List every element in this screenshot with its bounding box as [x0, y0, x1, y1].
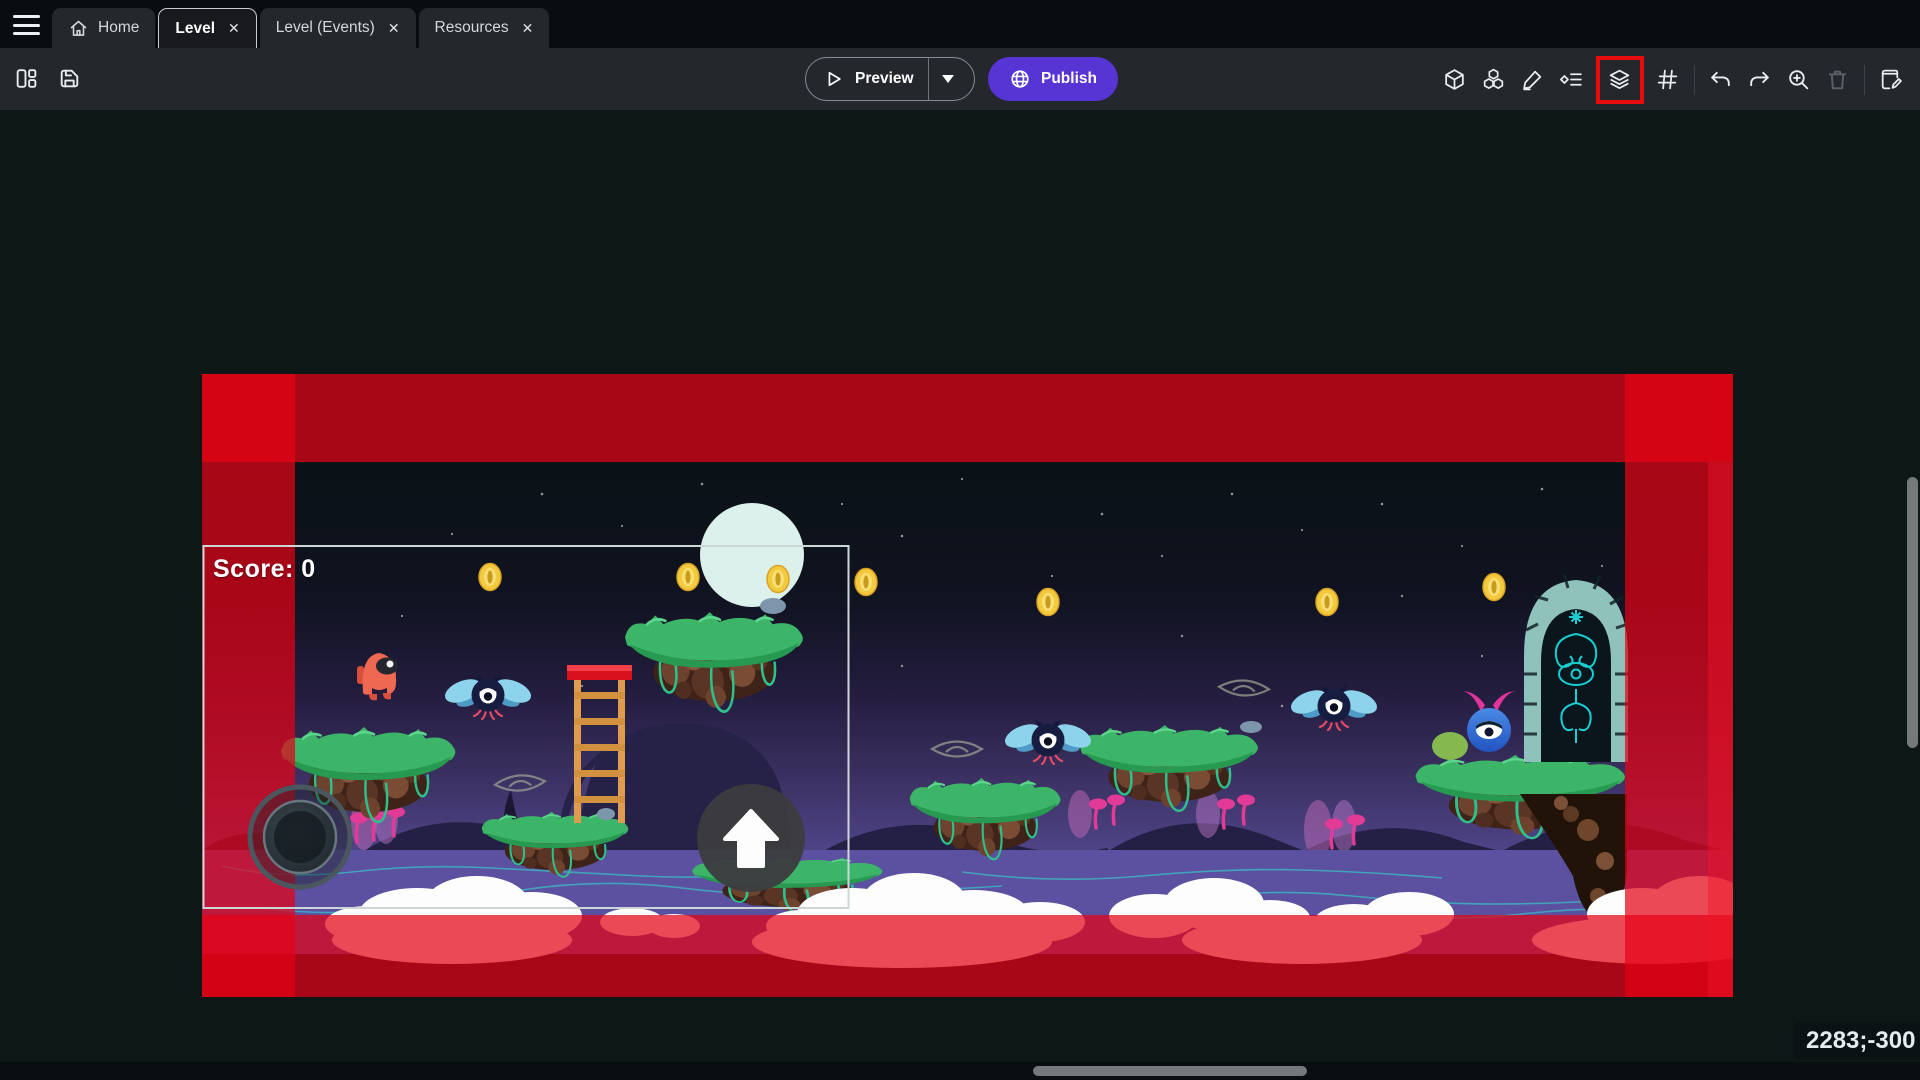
- jump-button: [697, 784, 805, 892]
- close-icon[interactable]: ✕: [388, 20, 400, 37]
- divider: [1694, 65, 1695, 95]
- redo-icon[interactable]: [1747, 67, 1773, 93]
- object-groups-icon[interactable]: [1481, 67, 1507, 93]
- gdevelop-editor: Home Level ✕ Level (Events) ✕ Resources …: [0, 0, 1920, 1080]
- chevron-down-icon: [942, 75, 954, 83]
- level-scene[interactable]: Score: 0: [202, 374, 1733, 997]
- preview-dropdown-button[interactable]: [929, 58, 967, 100]
- publish-button[interactable]: Publish: [988, 57, 1118, 101]
- portal-arch: [1524, 574, 1628, 762]
- vertical-scrollbar[interactable]: [1907, 477, 1918, 748]
- zoom-in-icon[interactable]: [1786, 67, 1812, 93]
- tab-level-events[interactable]: Level (Events) ✕: [260, 8, 416, 48]
- play-icon: [824, 69, 844, 89]
- horizontal-scrollbar-track: [0, 1062, 1920, 1080]
- divider: [1864, 65, 1865, 95]
- virtual-joystick: [250, 787, 350, 887]
- tab-bar: Home Level ✕ Level (Events) ✕ Resources …: [0, 0, 1920, 48]
- scene-notes-icon[interactable]: [1878, 67, 1904, 93]
- tab-label: Level: [175, 20, 215, 38]
- level-scene-art: [202, 374, 1733, 997]
- toolbar: Preview Publish: [0, 48, 1920, 110]
- objects-3d-icon[interactable]: [1442, 67, 1468, 93]
- preview-button[interactable]: Preview: [805, 57, 975, 101]
- tab-home[interactable]: Home: [52, 8, 155, 48]
- tab-label: Level (Events): [276, 19, 375, 37]
- score-label: Score: 0: [213, 555, 316, 584]
- publish-label: Publish: [1041, 70, 1097, 88]
- tab-label: Home: [98, 19, 139, 37]
- menu-icon[interactable]: [13, 15, 40, 35]
- trash-icon: [1825, 67, 1851, 93]
- edit-pencil-icon[interactable]: [1520, 67, 1546, 93]
- properties-list-icon[interactable]: [1559, 67, 1585, 93]
- globe-icon: [1009, 68, 1031, 90]
- cursor-coordinates: 2283;-300: [1793, 1022, 1920, 1060]
- grid-icon[interactable]: [1655, 67, 1681, 93]
- close-icon[interactable]: ✕: [522, 20, 534, 37]
- horizontal-scrollbar[interactable]: [1033, 1066, 1307, 1076]
- scene-editor-canvas[interactable]: Score: 0 2283;-300: [0, 110, 1920, 1080]
- undo-icon[interactable]: [1708, 67, 1734, 93]
- toolbar-left-group: [14, 66, 83, 92]
- layers-icon[interactable]: [1607, 67, 1633, 93]
- save-icon[interactable]: [57, 66, 83, 92]
- home-icon: [68, 18, 89, 39]
- panels-icon[interactable]: [14, 66, 40, 92]
- close-icon[interactable]: ✕: [228, 20, 240, 37]
- tab-list: Home Level ✕ Level (Events) ✕ Resources …: [52, 8, 549, 48]
- tab-label: Resources: [435, 19, 509, 37]
- red-highlight-box: [1596, 56, 1644, 104]
- moon: [700, 503, 804, 607]
- toolbar-right-group: [1442, 65, 1904, 95]
- preview-main[interactable]: Preview: [806, 58, 928, 100]
- preview-label: Preview: [855, 70, 914, 88]
- tab-resources[interactable]: Resources ✕: [419, 8, 550, 48]
- tab-level[interactable]: Level ✕: [158, 8, 256, 48]
